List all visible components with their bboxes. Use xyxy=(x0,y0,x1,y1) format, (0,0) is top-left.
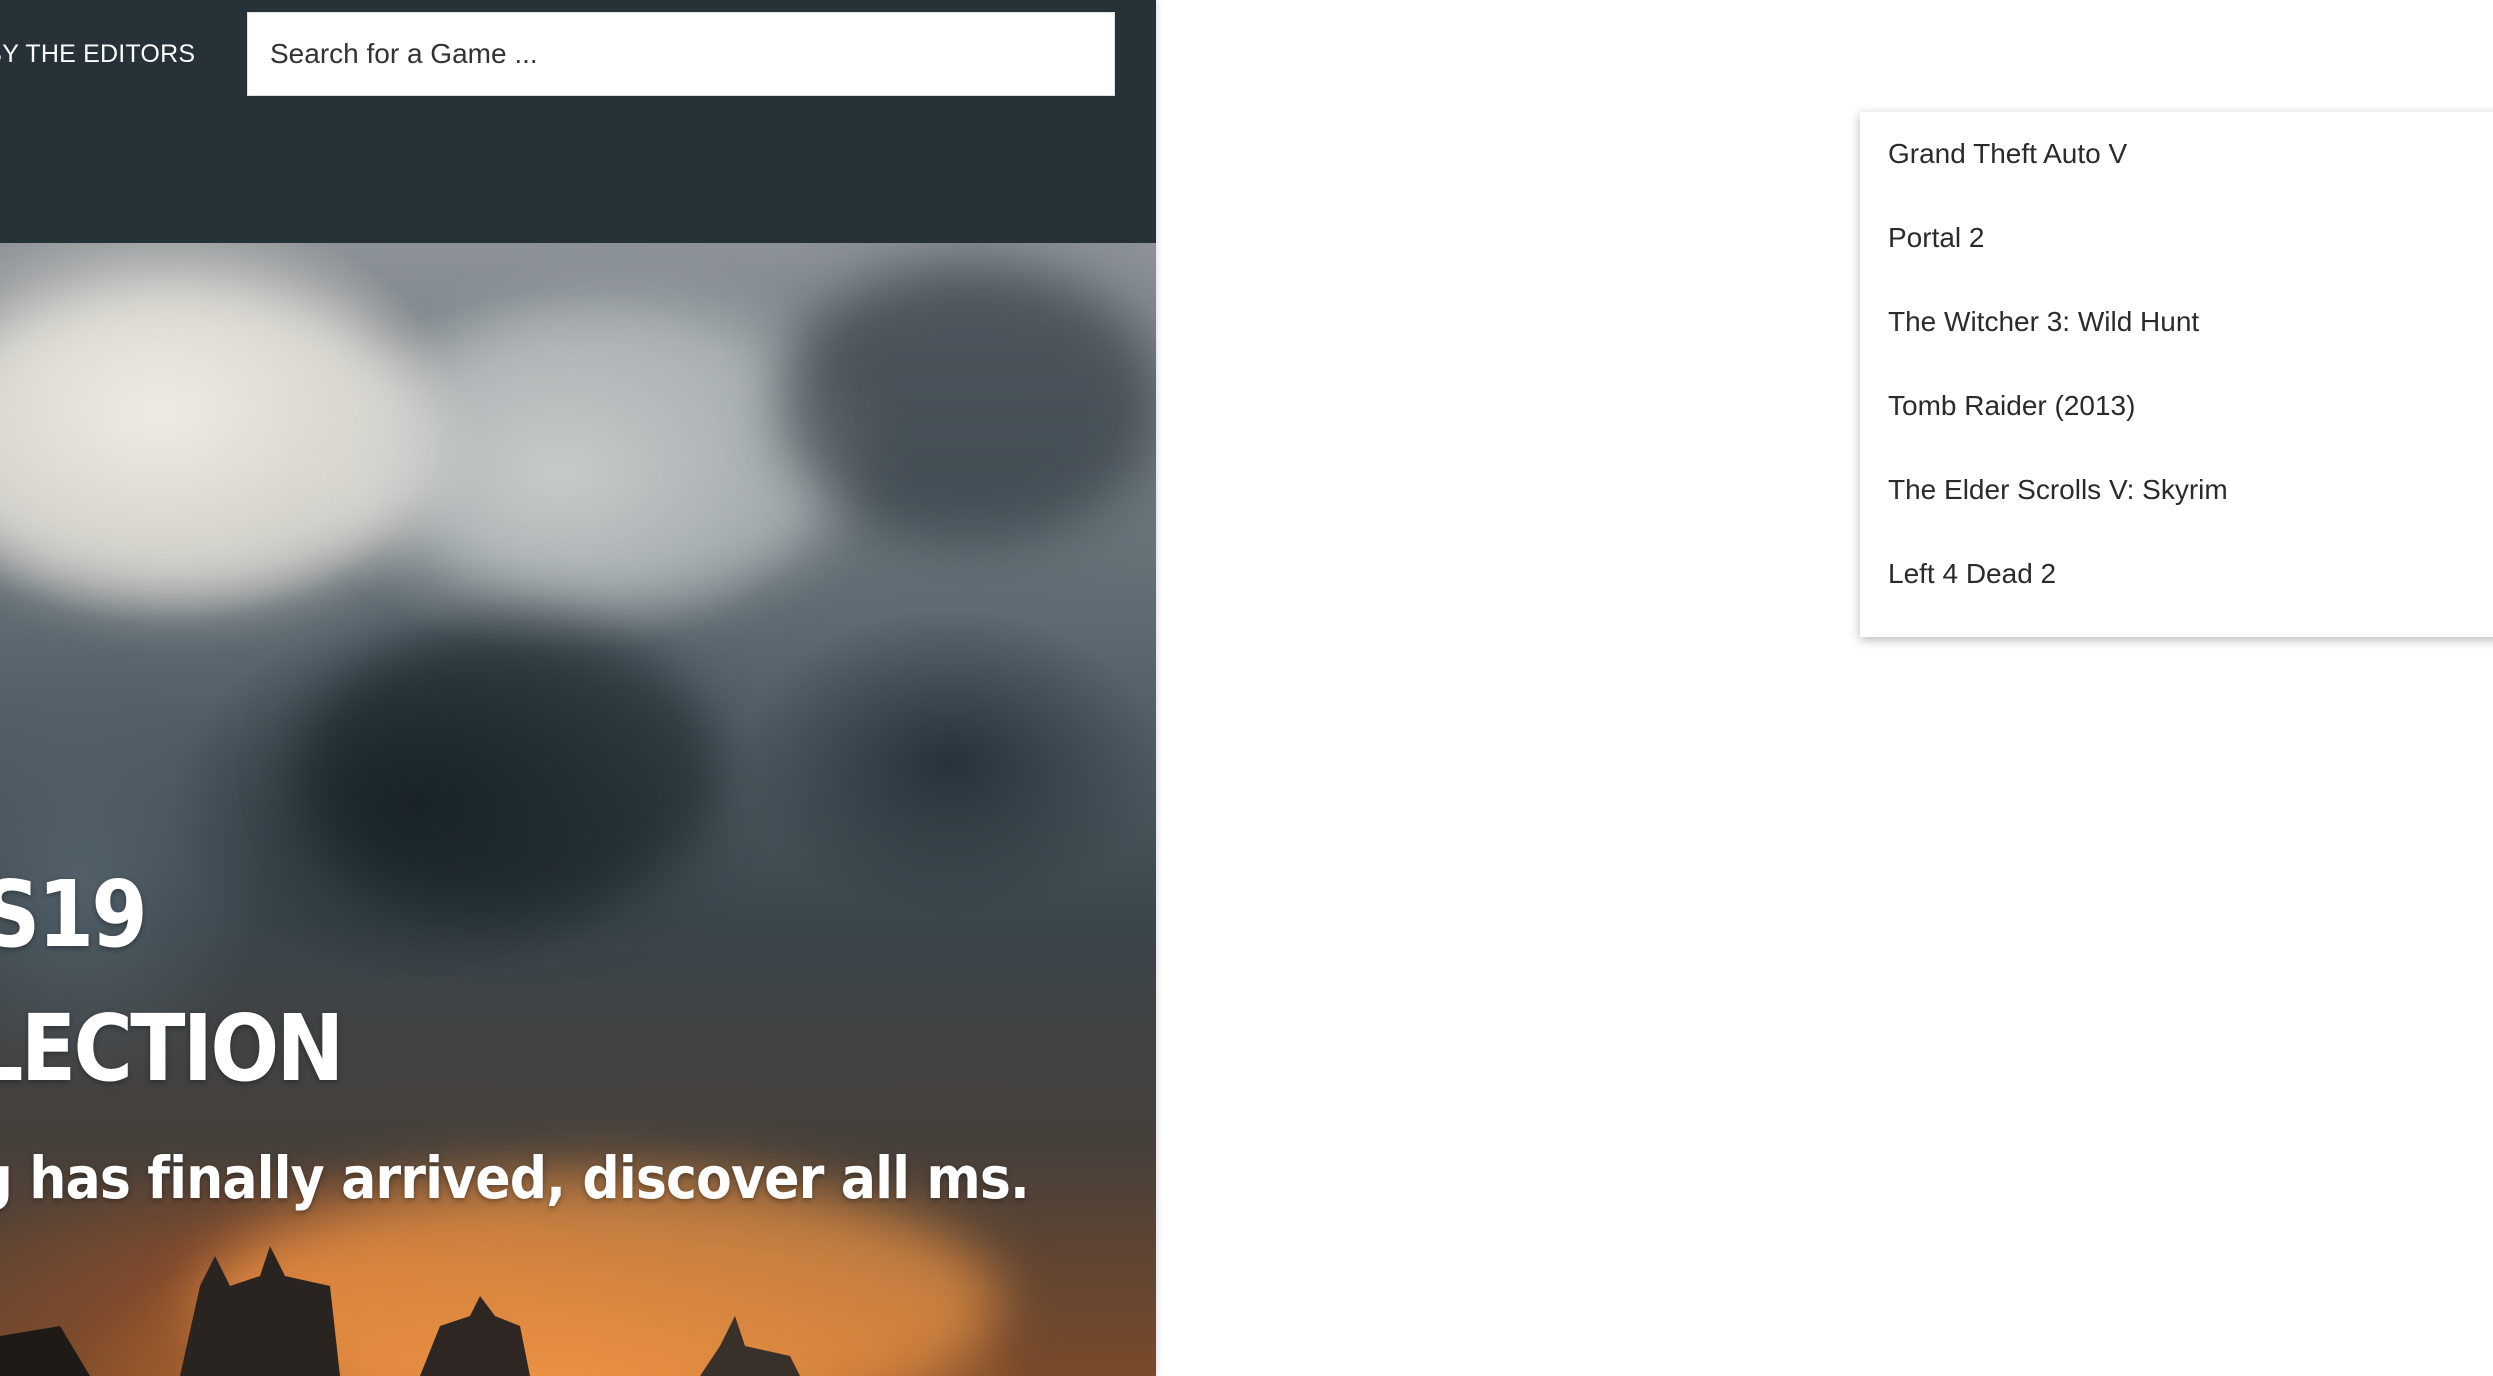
hero-cloud-light xyxy=(0,283,440,603)
top-navigation-bar: N BY THE EDITORS xyxy=(0,0,1156,243)
hero-title-line-2: COLLECTION xyxy=(0,995,344,1102)
hero-cloud-dark xyxy=(300,623,720,923)
viewport: N BY THE EDITORS SS19 COLLECTION lothing… xyxy=(0,0,2493,1376)
hero-subtitle: lothing has finally arrived, discover al… xyxy=(0,1144,1030,1212)
suggestion-item[interactable]: Grand Theft Auto V xyxy=(1860,112,2493,196)
suggestion-item[interactable]: Left 4 Dead 2 xyxy=(1860,532,2493,616)
suggestion-item[interactable]: The Witcher 3: Wild Hunt xyxy=(1860,280,2493,364)
suggestion-item[interactable]: Portal 2 xyxy=(1860,196,2493,280)
hero-cloud-dark-right xyxy=(780,263,1156,543)
search-input[interactable] xyxy=(270,13,1114,95)
suggestion-item[interactable]: The Elder Scrolls V: Skyrim xyxy=(1860,448,2493,532)
hero-title-line-1: SS19 xyxy=(0,861,148,968)
suggestion-item[interactable]: Tomb Raider (2013) xyxy=(1860,364,2493,448)
hero-banner: SS19 COLLECTION lothing has finally arri… xyxy=(0,243,1156,1376)
ship-silhouettes-image xyxy=(0,1246,800,1376)
page-panel: N BY THE EDITORS SS19 COLLECTION lothing… xyxy=(0,0,1156,1376)
hero-cloud-grey xyxy=(380,303,860,603)
search-suggestions-dropdown: Grand Theft Auto V Portal 2 The Witcher … xyxy=(1860,112,2493,637)
search-box[interactable] xyxy=(247,12,1115,96)
nav-link-editors[interactable]: N BY THE EDITORS xyxy=(0,0,195,108)
